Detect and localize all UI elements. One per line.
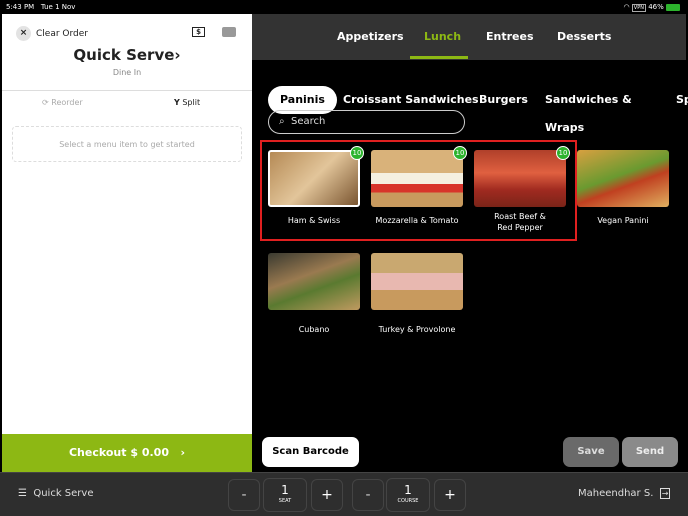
- search-input[interactable]: ⌕ Search: [268, 110, 465, 134]
- active-tab-indicator: [410, 56, 468, 59]
- order-title[interactable]: Quick Serve›: [2, 46, 252, 64]
- menu-panel: Appetizers Lunch Entrees Desserts Panini…: [252, 14, 688, 472]
- printer-icon[interactable]: [222, 27, 236, 37]
- send-button[interactable]: Send: [622, 437, 678, 467]
- item-count-badge: 10: [350, 146, 364, 160]
- user-logout-button[interactable]: Maheendhar S. →: [578, 488, 671, 499]
- split-icon: Y: [174, 98, 180, 107]
- menu-item[interactable]: Turkey & Provolone: [371, 253, 463, 335]
- item-image: [371, 150, 463, 207]
- seat-minus-button[interactable]: -: [228, 479, 260, 511]
- divider: [2, 90, 252, 91]
- item-count-badge: 10: [453, 146, 467, 160]
- empty-order-placeholder: Select a menu item to get started: [12, 126, 242, 162]
- order-panel: × Clear Order $ Quick Serve› Dine In ⟳ R…: [2, 14, 252, 472]
- item-name: Roast Beef & Red Pepper: [494, 212, 546, 232]
- split-button[interactable]: Y Split: [174, 98, 200, 107]
- tab-appetizers[interactable]: Appetizers: [337, 30, 404, 43]
- item-count-badge: 10: [556, 146, 570, 160]
- course-value[interactable]: 1 COURSE: [386, 478, 430, 512]
- main-menu-button[interactable]: ☰ Quick Serve: [18, 488, 93, 499]
- battery-icon: [666, 3, 680, 11]
- order-mode: Dine In: [112, 68, 142, 77]
- category-more[interactable]: Sp: [664, 86, 688, 114]
- search-icon: ⌕: [279, 116, 285, 127]
- menu-item[interactable]: 10 Mozzarella & Tomato: [371, 146, 467, 226]
- item-image: [268, 150, 360, 207]
- status-date: Tue 1 Nov: [40, 3, 76, 11]
- close-icon: ×: [16, 26, 31, 41]
- seat-value[interactable]: 1 SEAT: [263, 478, 307, 512]
- chevron-right-icon: ›: [174, 46, 181, 64]
- menu-item[interactable]: 10 Roast Beef & Red Pepper: [474, 146, 570, 233]
- item-name: Ham & Swiss: [287, 216, 341, 225]
- item-name: Vegan Panini: [597, 216, 649, 225]
- bottom-bar: ☰ Quick Serve - 1 SEAT + - 1 COURSE + Mahe…: [0, 472, 688, 516]
- item-image: [268, 253, 360, 310]
- cash-icon[interactable]: $: [192, 27, 205, 37]
- menu-item[interactable]: 10 Ham & Swiss: [268, 146, 364, 226]
- seat-plus-button[interactable]: +: [311, 479, 343, 511]
- chevron-right-icon: ›: [180, 446, 186, 459]
- item-image: [474, 150, 566, 207]
- scan-barcode-button[interactable]: Scan Barcode: [262, 437, 359, 467]
- reorder-button[interactable]: ⟳ Reorder: [42, 98, 83, 107]
- hamburger-icon: ☰: [18, 488, 27, 499]
- status-bar: 5:43 PM Tue 1 Nov ◠ VPN 46%: [0, 0, 688, 14]
- menu-tabs: Appetizers Lunch Entrees Desserts: [252, 14, 686, 60]
- course-minus-button[interactable]: -: [352, 479, 384, 511]
- vpn-badge: VPN: [631, 4, 646, 12]
- battery-percent: 46%: [648, 3, 664, 11]
- clear-order-button[interactable]: × Clear Order: [16, 26, 88, 41]
- refresh-icon: ⟳: [42, 98, 49, 107]
- logout-icon: →: [659, 488, 671, 499]
- item-name: Mozzarella & Tomato: [375, 216, 459, 225]
- item-image: [577, 150, 669, 207]
- wifi-icon: ◠: [623, 3, 630, 11]
- item-image: [371, 253, 463, 310]
- tab-entrees[interactable]: Entrees: [486, 30, 534, 43]
- tab-lunch[interactable]: Lunch: [424, 30, 461, 43]
- menu-item[interactable]: Cubano: [268, 253, 360, 335]
- save-button[interactable]: Save: [563, 437, 619, 467]
- category-burgers[interactable]: Burgers: [467, 86, 540, 114]
- item-name: Turkey & Provolone: [378, 325, 456, 334]
- tab-desserts[interactable]: Desserts: [557, 30, 611, 43]
- status-time: 5:43 PM: [6, 3, 35, 11]
- checkout-button[interactable]: Checkout $ 0.00 ›: [2, 434, 252, 472]
- item-name: Cubano: [298, 325, 330, 334]
- course-plus-button[interactable]: +: [434, 479, 466, 511]
- menu-item[interactable]: Vegan Panini: [577, 150, 669, 226]
